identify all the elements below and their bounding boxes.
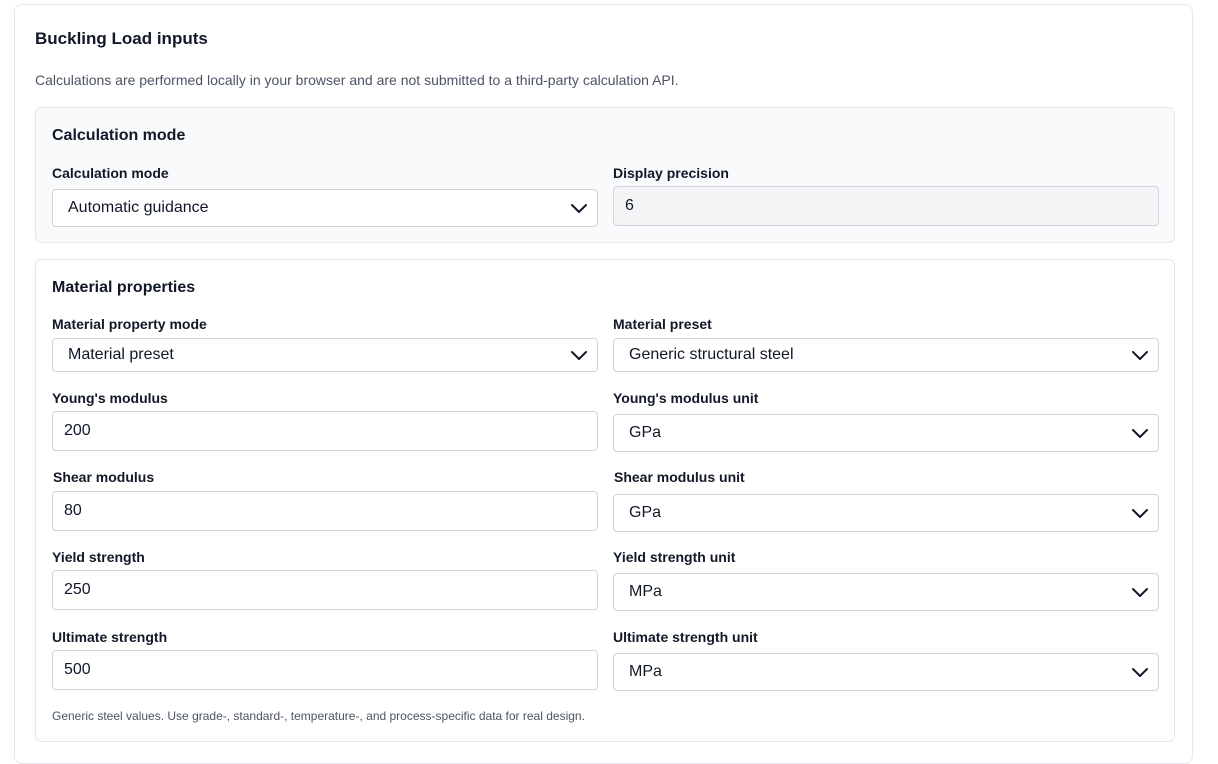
calculation-mode-heading: Calculation mode — [52, 127, 186, 144]
shear-modulus-unit-value: GPa — [629, 504, 662, 521]
youngs-modulus-unit-value: GPa — [629, 424, 662, 441]
material-properties-heading: Material properties — [52, 279, 196, 296]
chevron-down-icon — [571, 204, 587, 213]
material-footnote: Generic steel values. Use grade-, standa… — [52, 709, 585, 723]
chevron-down-icon — [1132, 588, 1148, 597]
ultimate-strength-unit-value: MPa — [629, 663, 662, 680]
material-preset-value: Generic structural steel — [629, 346, 794, 363]
youngs-modulus-input[interactable]: 200 — [52, 411, 598, 451]
youngs-modulus-value: 200 — [64, 422, 91, 439]
ultimate-strength-value: 500 — [64, 661, 91, 678]
yield-strength-unit-value: MPa — [629, 583, 662, 600]
youngs-modulus-unit-select[interactable]: GPa — [613, 414, 1159, 452]
material-preset-label: Material preset — [613, 316, 712, 332]
ultimate-strength-label: Ultimate strength — [52, 629, 168, 645]
display-precision-label: Display precision — [613, 165, 729, 181]
display-precision-value: 6 — [625, 197, 634, 214]
ultimate-strength-input[interactable]: 500 — [52, 650, 598, 690]
form-title: Buckling Load inputs — [35, 29, 208, 48]
chevron-down-icon — [1132, 509, 1148, 518]
material-property-mode-select[interactable]: Material preset — [52, 338, 598, 372]
youngs-modulus-unit-label: Young's modulus unit — [613, 390, 759, 406]
chevron-down-icon — [571, 351, 587, 360]
calculation-mode-select[interactable]: Automatic guidance — [52, 189, 598, 227]
chevron-down-icon — [1132, 429, 1148, 438]
display-precision-field[interactable]: 6 — [613, 186, 1159, 226]
calculation-mode-panel: Calculation mode Calculation mode Automa… — [35, 107, 1175, 243]
material-preset-select[interactable]: Generic structural steel — [613, 338, 1159, 372]
calculation-mode-value: Automatic guidance — [68, 199, 209, 216]
shear-modulus-value: 80 — [64, 502, 82, 519]
shear-modulus-label: Shear modulus — [53, 469, 155, 485]
chevron-down-icon — [1132, 351, 1148, 360]
chevron-down-icon — [1132, 668, 1148, 677]
buckling-inputs-card: Buckling Load inputs Calculations are pe… — [14, 4, 1193, 764]
calculation-mode-label: Calculation mode — [52, 165, 169, 181]
yield-strength-input[interactable]: 250 — [52, 570, 598, 610]
youngs-modulus-label: Young's modulus — [52, 390, 168, 406]
shear-modulus-unit-label: Shear modulus unit — [614, 469, 745, 485]
shear-modulus-unit-select[interactable]: GPa — [613, 494, 1159, 532]
ultimate-strength-unit-select[interactable]: MPa — [613, 653, 1159, 691]
local-calculation-note: Calculations are performed locally in yo… — [35, 72, 679, 88]
material-property-mode-value: Material preset — [68, 346, 174, 363]
yield-strength-value: 250 — [64, 581, 91, 598]
ultimate-strength-unit-label: Ultimate strength unit — [613, 629, 758, 645]
material-properties-panel: Material properties Material property mo… — [35, 259, 1175, 742]
yield-strength-unit-label: Yield strength unit — [613, 549, 736, 565]
yield-strength-label: Yield strength — [52, 549, 145, 565]
material-property-mode-label: Material property mode — [52, 316, 207, 332]
yield-strength-unit-select[interactable]: MPa — [613, 573, 1159, 611]
shear-modulus-input[interactable]: 80 — [52, 491, 598, 531]
